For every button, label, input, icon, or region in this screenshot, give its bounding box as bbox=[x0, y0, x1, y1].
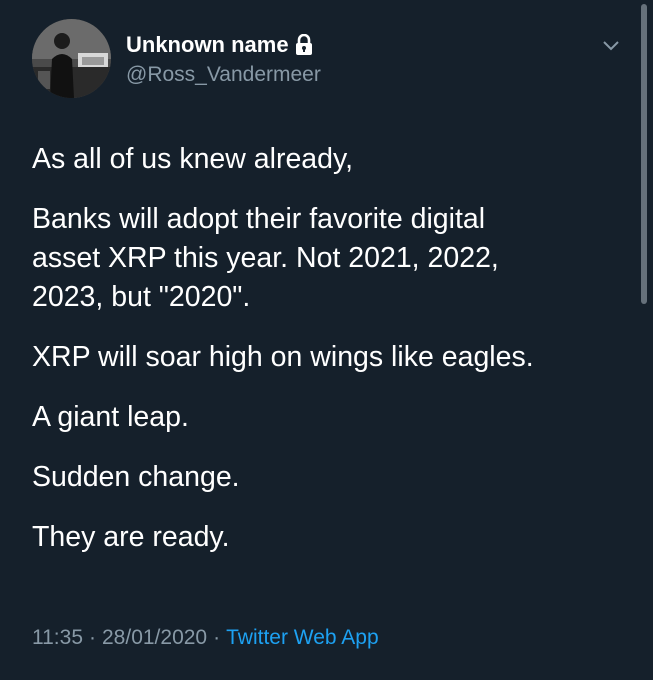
tweet-paragraph: A giant leap. bbox=[32, 401, 189, 433]
tweet-date[interactable]: 28/01/2020 bbox=[102, 626, 207, 649]
tweet-paragraph: XRP will soar high on wings like eagles. bbox=[32, 341, 534, 373]
scrollbar[interactable] bbox=[641, 4, 647, 304]
tweet-card: Unknown name @Ross_Vandermeer As all of … bbox=[0, 0, 653, 680]
tweet-time[interactable]: 11:35 bbox=[32, 626, 83, 649]
avatar[interactable] bbox=[32, 19, 111, 98]
tweet-paragraph: They are ready. bbox=[32, 521, 230, 553]
lock-icon bbox=[295, 33, 313, 56]
tweet-source-link[interactable]: Twitter Web App bbox=[226, 626, 379, 649]
tweet-paragraph: As all of us knew already, bbox=[32, 143, 354, 175]
meta-separator: · bbox=[89, 626, 96, 649]
tweet-meta: 11:35 · 28/01/2020 · Twitter Web App bbox=[32, 624, 379, 652]
tweet-line: Banks will adopt their favorite digital bbox=[32, 203, 486, 235]
display-name-text: Unknown name bbox=[126, 32, 289, 57]
tweet-line: asset XRP this year. Not 2021, 2022, bbox=[32, 242, 499, 274]
display-name[interactable]: Unknown name bbox=[126, 31, 313, 59]
chevron-down-icon[interactable] bbox=[600, 37, 622, 53]
tweet-text: As all of us knew already, Banks will ad… bbox=[32, 140, 632, 578]
tweet-paragraph: Sudden change. bbox=[32, 461, 240, 493]
tweet-line: 2023, but "2020". bbox=[32, 281, 251, 313]
meta-separator: · bbox=[213, 626, 221, 649]
profile-photo bbox=[32, 19, 111, 98]
user-handle[interactable]: @Ross_Vandermeer bbox=[126, 61, 321, 89]
